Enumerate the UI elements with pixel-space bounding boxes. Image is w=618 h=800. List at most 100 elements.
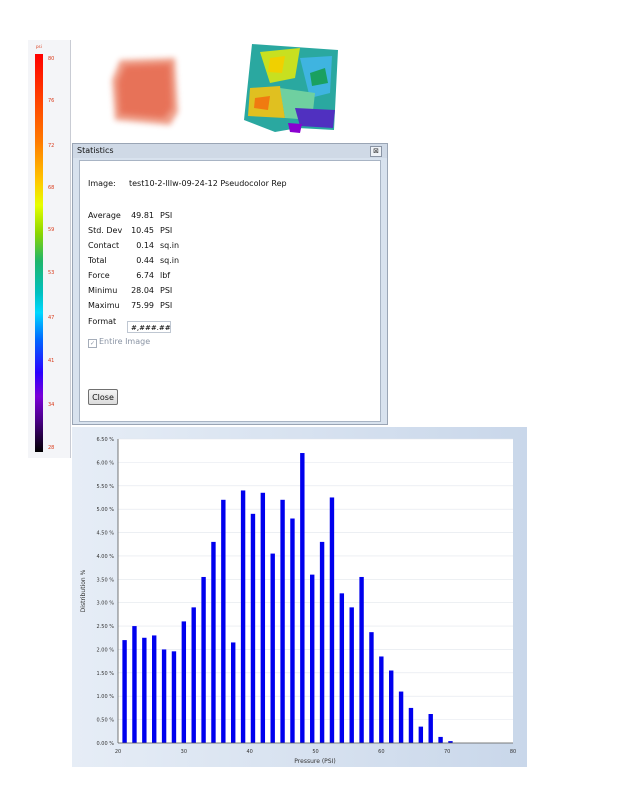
histogram-bar (339, 593, 345, 743)
stat-unit-minimum: PSI (160, 286, 173, 295)
y-tick-label: 5.00 % (97, 507, 115, 513)
histogram-bar (250, 513, 256, 743)
histogram-bar (260, 492, 266, 743)
statistics-panel: Image: test10-2-lllw-09-24-12 Pseudocolo… (79, 160, 381, 422)
histogram-bar (310, 574, 315, 743)
image-name: test10-2-lllw-09-24-12 Pseudocolor Rep (129, 179, 287, 188)
y-tick-label: 2.00 % (97, 647, 115, 653)
histogram-bar (240, 490, 246, 743)
color-scale-tick: 80 (48, 56, 55, 62)
statistics-titlebar: Statistics (73, 144, 387, 158)
y-tick-label: 3.00 % (97, 601, 115, 607)
histogram-bar (161, 649, 167, 743)
y-axis-label: Distribution % (80, 569, 87, 612)
x-tick-label: 60 (378, 749, 384, 755)
format-input[interactable]: #,###.## (127, 321, 171, 333)
pseudocolor-thumbnail (244, 44, 338, 133)
entire-image-label: Entire Image (99, 337, 151, 346)
histogram-bar (349, 607, 354, 743)
close-icon[interactable]: ⊠ (370, 146, 382, 157)
histogram-bar (122, 640, 127, 743)
color-scale-gradient (35, 54, 43, 452)
stat-value-stddev: 10.45 (131, 226, 154, 235)
y-tick-label: 3.50 % (97, 577, 115, 583)
histogram-bar (142, 637, 147, 743)
statistics-window: Statistics ⊠ Image: test10-2-lllw-09-24-… (72, 143, 388, 425)
histogram-bar (171, 651, 177, 743)
histogram-bar (181, 621, 187, 743)
close-button[interactable]: Close (88, 389, 118, 405)
y-tick-label: 0.50 % (97, 718, 115, 724)
histogram-bar (231, 642, 236, 743)
y-tick-label: 1.00 % (97, 694, 115, 700)
color-scale-tick: 34 (48, 402, 55, 408)
color-scale-tick: 68 (48, 185, 55, 191)
x-tick-label: 20 (115, 749, 121, 755)
stat-value-total: 0.44 (136, 256, 154, 265)
stat-value-average: 49.81 (131, 211, 154, 220)
histogram-bar (280, 499, 285, 743)
stat-unit-maximum: PSI (160, 301, 173, 310)
y-tick-label: 6.50 % (97, 437, 115, 443)
histogram-bar (398, 691, 404, 743)
x-tick-label: 40 (246, 749, 252, 755)
histogram-bar (191, 607, 196, 743)
y-tick-label: 4.50 % (97, 531, 115, 537)
histogram-bar (428, 714, 433, 743)
entire-image-checkbox[interactable]: ✓ (88, 339, 97, 348)
y-tick-label: 1.50 % (97, 671, 115, 677)
stat-unit-contact: sq.in (160, 241, 180, 250)
histogram-bar (211, 541, 216, 743)
x-tick-label: 50 (312, 749, 318, 755)
stat-unit-average: PSI (160, 211, 173, 220)
stat-label-total: Total (88, 256, 107, 265)
x-tick-label: 80 (510, 749, 516, 755)
histogram-bar (319, 541, 325, 743)
y-tick-label: 0.00 % (97, 741, 115, 747)
color-scale-tick: 53 (48, 270, 55, 276)
color-scale-tick: 72 (48, 143, 55, 149)
plot-area (118, 439, 513, 743)
histogram-bar (270, 553, 275, 743)
color-scale-tick: 47 (48, 315, 55, 321)
color-scale-tick: 76 (48, 98, 55, 104)
histogram-bar (201, 576, 206, 743)
pressure-histogram: 0.00 % 0.50 % 1.00 % 1.50 % 2.00 % 2.50 % 3.00… (72, 427, 527, 767)
x-tick-label: 70 (444, 749, 450, 755)
stat-unit-stddev: PSI (160, 226, 173, 235)
stat-unit-total: sq.in (160, 256, 180, 265)
statistics-title: Statistics (77, 146, 114, 155)
x-axis-label: Pressure (PSI) (294, 758, 335, 765)
stat-label-force: Force (88, 271, 110, 280)
histogram-bar (389, 670, 394, 743)
color-scale-tick: 59 (48, 227, 55, 233)
y-tick-label: 5.50 % (97, 484, 115, 490)
histogram-bar (418, 726, 424, 743)
histogram-bar (379, 656, 384, 743)
stat-label-minimum: Minimu (88, 286, 118, 295)
format-label: Format (88, 317, 117, 326)
x-tick-label: 30 (181, 749, 187, 755)
histogram-bar (132, 626, 137, 743)
histogram-bar (438, 736, 443, 743)
image-label: Image: (88, 179, 116, 188)
histogram-bar (408, 707, 414, 743)
histogram-bar (300, 453, 305, 743)
y-tick-label: 2.50 % (97, 624, 115, 630)
histogram-bar (359, 576, 364, 743)
histogram-bar (369, 632, 374, 743)
color-scale-tick: 41 (48, 358, 55, 364)
pressure-thumbnail (112, 58, 178, 125)
y-tick-label: 6.00 % (97, 460, 115, 466)
stat-value-contact: 0.14 (136, 241, 154, 250)
stat-value-force: 6.74 (136, 271, 154, 280)
color-scale-tick: 28 (48, 445, 55, 451)
y-tick-label: 4.00 % (97, 554, 115, 560)
histogram-bar (221, 499, 226, 743)
histogram-bar (152, 635, 157, 743)
histogram-bar (329, 497, 335, 743)
stat-value-minimum: 28.04 (131, 286, 154, 295)
stat-unit-force: lbf (160, 271, 171, 280)
stat-value-maximum: 75.99 (131, 301, 154, 310)
color-scale-unit: psi (36, 44, 42, 49)
